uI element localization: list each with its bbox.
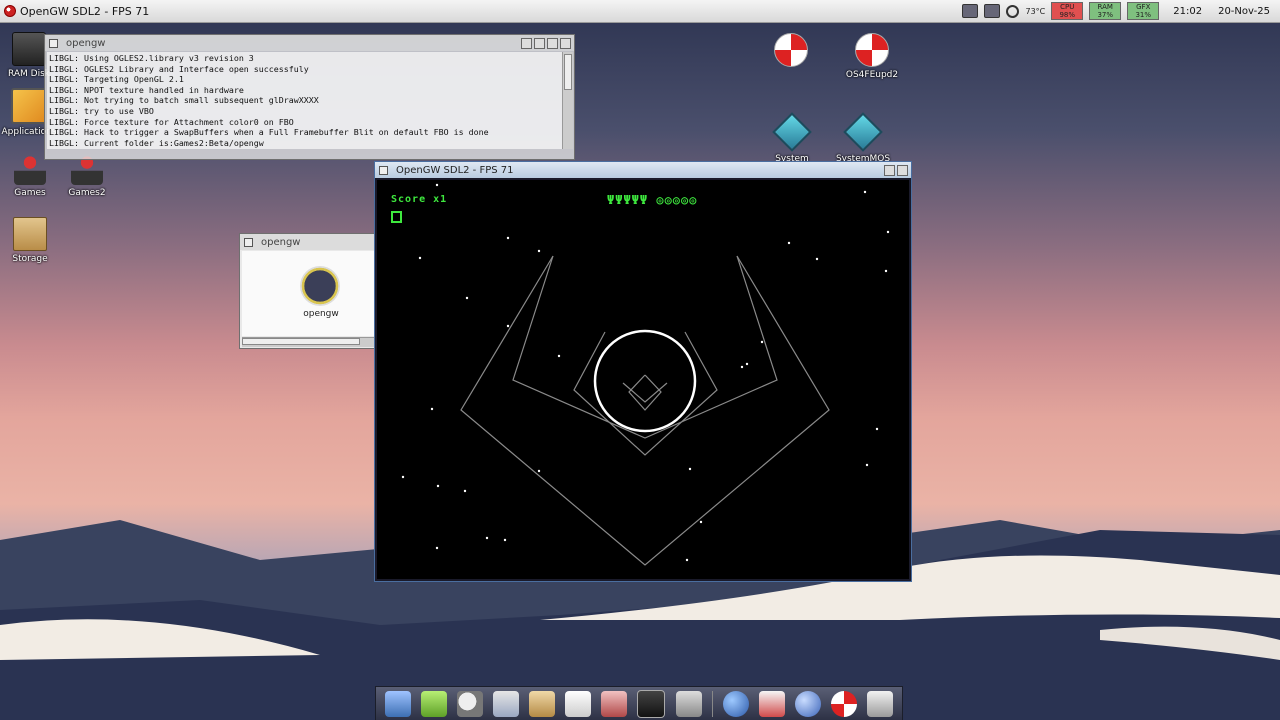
- network-icon[interactable]: [962, 4, 979, 18]
- log-window-titlebar[interactable]: opengw: [45, 35, 574, 51]
- temperature-readout: 73°C: [1025, 6, 1046, 16]
- desktop-icon-storage[interactable]: Storage: [0, 217, 65, 264]
- media-player-icon[interactable]: [794, 690, 821, 717]
- ram-disk-icon: [12, 32, 46, 66]
- gfx-meter: GFX 31%: [1127, 2, 1160, 20]
- screen-title: OpenGW SDL2 - FPS 71: [20, 4, 150, 18]
- storage-box-icon: [13, 217, 47, 251]
- game-window-titlebar[interactable]: OpenGW SDL2 - FPS 71: [375, 162, 911, 178]
- clock-time: 21:02: [1173, 5, 1203, 17]
- maximize-icon[interactable]: [560, 38, 571, 49]
- joystick-icon: [14, 153, 46, 185]
- workbench-icon[interactable]: [385, 690, 412, 717]
- game-playfield: [401, 183, 890, 566]
- desktop-icon-system[interactable]: System: [757, 112, 827, 164]
- globe-icon[interactable]: [722, 690, 749, 717]
- boing-ball-icon: [4, 5, 16, 17]
- game-screen[interactable]: Score x1 ΨΨΨΨΨ ◎◎◎◎◎: [377, 180, 909, 579]
- depth-icon[interactable]: [547, 38, 558, 49]
- boing-ball-icon: [774, 33, 808, 67]
- gift-icon[interactable]: [758, 690, 785, 717]
- close-icon[interactable]: [379, 165, 388, 175]
- ram-meter: RAM 37%: [1089, 2, 1122, 20]
- applications-icon: [11, 88, 47, 124]
- game-window[interactable]: OpenGW SDL2 - FPS 71 Score x1 ΨΨΨΨΨ ◎◎◎◎…: [374, 161, 912, 582]
- clock-date: 20-Nov-25: [1218, 5, 1270, 17]
- horizontal-scrollbar[interactable]: [242, 337, 374, 347]
- desktop-icon-amigaospub[interactable]: [756, 33, 826, 70]
- dock-separator: [711, 690, 713, 717]
- player-shield: [593, 329, 697, 433]
- vertical-scrollbar[interactable]: [562, 52, 573, 149]
- cpu-meter: CPU 98%: [1051, 2, 1084, 20]
- desktop-icon-os4feupd2[interactable]: OS4FEupd2: [837, 33, 907, 80]
- depth-icon[interactable]: [897, 165, 908, 176]
- screen-titlebar[interactable]: OpenGW SDL2 - FPS 71 73°C CPU 98% RAM 37% …: [0, 0, 1280, 23]
- system-drive-icon: [772, 112, 812, 152]
- printer-icon[interactable]: [866, 690, 893, 717]
- window-icon[interactable]: [493, 690, 520, 717]
- drawer-contents: opengw: [242, 251, 374, 336]
- desktop-icon-systemmos[interactable]: SystemMOS: [828, 112, 898, 164]
- window-gadgets: [521, 38, 571, 49]
- scrollbar-knob[interactable]: [564, 54, 572, 90]
- drawer-window-titlebar[interactable]: opengw: [240, 234, 376, 250]
- monitor-icon[interactable]: [637, 689, 666, 718]
- log-window[interactable]: opengw LIBGL: Using OGLES2.library v3 re…: [44, 34, 575, 160]
- screen-switch-icon[interactable]: [984, 4, 1001, 18]
- close-icon[interactable]: [49, 38, 58, 48]
- opengw-app-icon[interactable]: [300, 266, 340, 306]
- find-icon[interactable]: [601, 690, 628, 717]
- close-icon[interactable]: [244, 237, 253, 247]
- log-output: LIBGL: Using OGLES2.library v3 revision …: [47, 52, 562, 149]
- editor-icon[interactable]: [565, 690, 592, 717]
- drawer-window[interactable]: opengw opengw: [239, 233, 377, 349]
- zoom-icon[interactable]: [534, 38, 545, 49]
- system-tray: 73°C CPU 98% RAM 37% GFX 31% 21:02 20-Nov-2…: [962, 0, 1280, 22]
- archive-icon[interactable]: [529, 690, 556, 717]
- camera-icon[interactable]: [675, 690, 702, 717]
- window-gadgets: [884, 165, 908, 176]
- amidock: [375, 686, 903, 720]
- boing-icon[interactable]: [830, 690, 857, 717]
- opengw-app-label[interactable]: opengw: [282, 309, 360, 319]
- iconify-icon[interactable]: [884, 165, 895, 176]
- search-icon[interactable]: [457, 690, 484, 717]
- system-drive-icon: [843, 112, 883, 152]
- boing-ball-icon: [855, 33, 889, 67]
- scrollbar-knob[interactable]: [242, 338, 360, 345]
- clock-icon[interactable]: [1006, 4, 1020, 18]
- notepad-icon[interactable]: [421, 690, 448, 717]
- iconify-icon[interactable]: [521, 38, 532, 49]
